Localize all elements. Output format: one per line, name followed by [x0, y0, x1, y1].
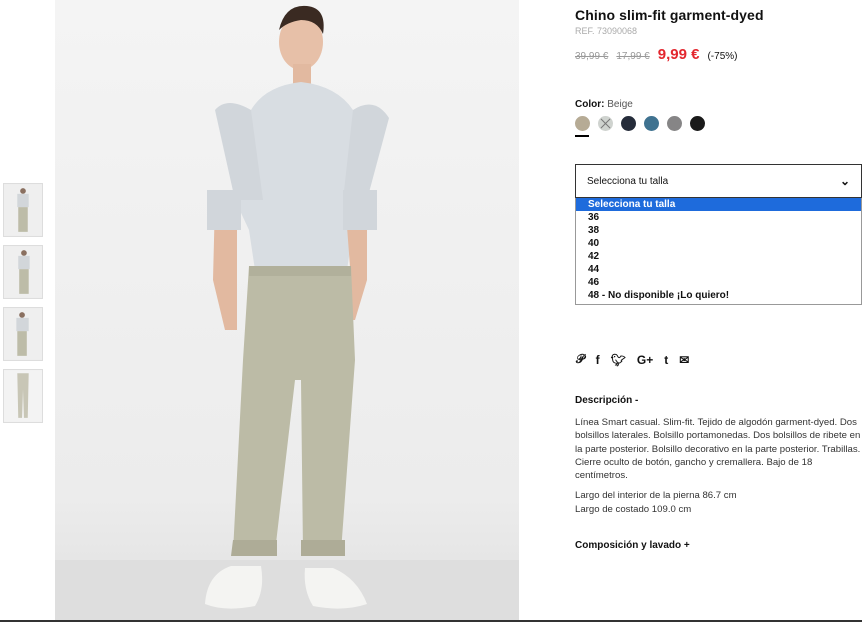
size-dropdown[interactable]: Selecciona tu talla ⌄ — [575, 164, 862, 198]
color-swatch-light-grey[interactable] — [598, 116, 613, 131]
size-option[interactable]: 38 — [576, 224, 861, 237]
thumbnail-1[interactable] — [3, 183, 43, 237]
size-option[interactable]: 42 — [576, 250, 861, 263]
thumbnail-4[interactable] — [3, 369, 43, 423]
selected-swatch-indicator — [575, 135, 589, 137]
size-options-list: Selecciona tu talla 36 38 40 42 44 46 48… — [575, 198, 862, 305]
twitter-icon[interactable]: 🐦︎ — [611, 353, 626, 367]
color-selector: Color: Beige — [575, 99, 862, 137]
pinterest-icon[interactable]: 𝒫 — [576, 352, 585, 367]
google-plus-icon[interactable]: G+ — [637, 353, 653, 367]
chevron-down-icon: ⌄ — [839, 174, 850, 188]
color-label: Color: — [575, 99, 605, 110]
size-option[interactable]: 46 — [576, 276, 861, 289]
color-value: Beige — [607, 99, 633, 110]
email-icon[interactable]: ✉ — [679, 353, 689, 367]
color-swatch-black[interactable] — [690, 116, 705, 131]
color-swatch-teal[interactable] — [644, 116, 659, 131]
measurements: Largo del interior de la pierna 86.7 cm … — [575, 489, 862, 516]
color-swatch-beige[interactable] — [575, 116, 590, 131]
product-ref: REF. 73090068 — [575, 26, 638, 36]
product-title: Chino slim-fit garment-dyed — [575, 7, 764, 23]
description-heading[interactable]: Descripción - — [575, 395, 862, 406]
previous-price: 17,99 € — [616, 51, 650, 62]
thumbnail-3[interactable] — [3, 307, 43, 361]
thumbnail-2[interactable] — [3, 245, 43, 299]
facebook-icon[interactable]: f — [596, 353, 600, 367]
size-option[interactable]: 40 — [576, 237, 861, 250]
original-price: 39,99 € — [575, 51, 609, 62]
size-option[interactable]: 48 - No disponible ¡Lo quiero! — [576, 289, 861, 302]
color-swatch-navy[interactable] — [621, 116, 636, 131]
size-option[interactable]: Selecciona tu talla — [576, 198, 861, 211]
social-share-bar: 𝒫 f 🐦︎ G+ t ✉ — [576, 352, 862, 367]
description-text: Línea Smart casual. Slim-fit. Tejido de … — [575, 417, 861, 482]
size-dropdown-value: Selecciona tu talla — [587, 175, 669, 187]
measurement-inseam: Largo del interior de la pierna 86.7 cm — [575, 490, 737, 502]
discount-badge: (-75%) — [707, 51, 738, 62]
tumblr-icon[interactable]: t — [664, 353, 668, 367]
size-option[interactable]: 36 — [576, 211, 861, 224]
product-info: Chino slim-fit garment-dyed REF. 7309006… — [575, 0, 862, 551]
product-photo — [55, 0, 519, 622]
price-row: 39,99 € 17,99 € 9,99 € (-75%) — [575, 46, 862, 63]
color-swatch-grey[interactable] — [667, 116, 682, 131]
current-price: 9,99 € — [657, 46, 700, 63]
composition-heading[interactable]: Composición y lavado + — [575, 540, 862, 551]
size-option[interactable]: 44 — [576, 263, 861, 276]
color-swatches — [575, 116, 862, 131]
thumbnail-strip — [3, 183, 43, 431]
measurement-outseam: Largo de costado 109.0 cm — [575, 503, 692, 515]
